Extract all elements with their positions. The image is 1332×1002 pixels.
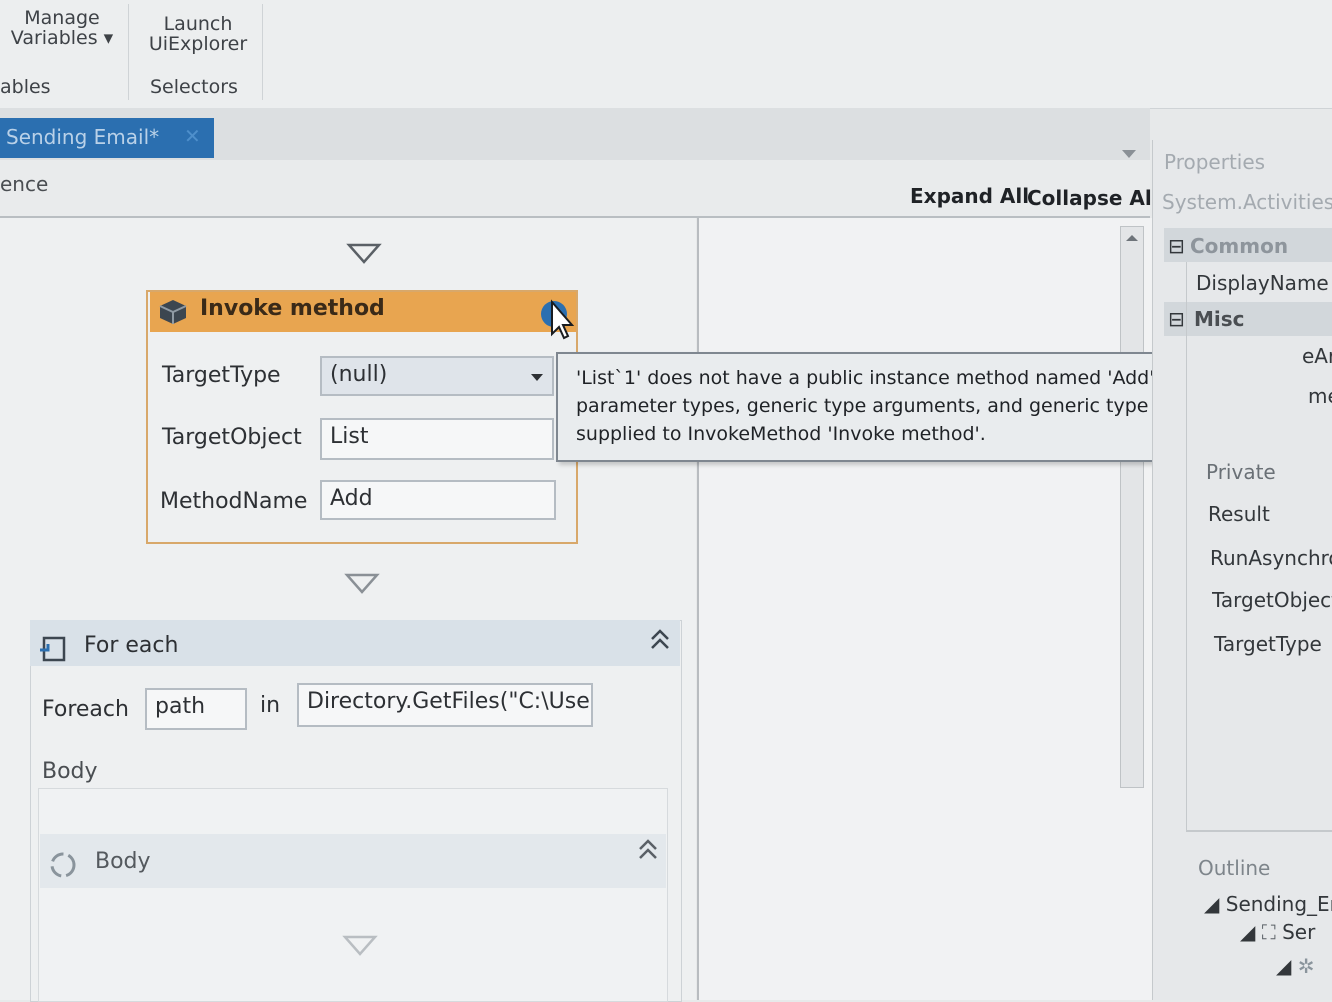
drop-arrow-icon xyxy=(344,573,380,594)
outline-item-grandchild[interactable]: ◢ ✲ xyxy=(1276,954,1315,978)
launch-label-1: Launch xyxy=(163,13,233,35)
sequence-icon: ✲ xyxy=(1297,954,1315,978)
properties-type-name: System.Activities.S xyxy=(1162,190,1332,214)
outline-item-root[interactable]: ◢ Sending_Er xyxy=(1204,892,1332,916)
vertical-scrollbar[interactable] xyxy=(1120,226,1144,788)
chevron-down-icon[interactable] xyxy=(530,372,544,382)
body-sequence-title: Body xyxy=(95,849,151,874)
collapse-icon[interactable] xyxy=(648,628,672,652)
manage-variables-label-2: Variables ▾ xyxy=(10,27,114,49)
close-icon[interactable]: ✕ xyxy=(184,124,201,148)
in-label: in xyxy=(260,693,281,718)
outline-item-child[interactable]: ◢ ⛶ Ser xyxy=(1240,920,1315,944)
properties-title: Properties xyxy=(1164,150,1266,174)
collapse-icon[interactable] xyxy=(636,838,660,862)
error-indicator-icon[interactable] xyxy=(538,296,578,342)
ribbon-group-selectors: Selectors xyxy=(150,76,238,98)
expand-triangle-icon[interactable]: ◢ xyxy=(1276,954,1291,978)
outline-title: Outline xyxy=(1198,856,1271,880)
expand-toggle-icon[interactable]: ⊟ xyxy=(1168,307,1185,331)
expand-all-button[interactable]: Expand All xyxy=(910,184,1029,208)
method-name-label: MethodName xyxy=(160,489,308,514)
outline-item-label: Sending_Er xyxy=(1225,892,1332,916)
target-object-input[interactable]: List xyxy=(320,418,554,460)
invoke-method-title: Invoke method xyxy=(200,296,385,321)
collapse-all-button[interactable]: Collapse All xyxy=(1027,186,1159,210)
ribbon-separator xyxy=(262,4,263,100)
manage-variables-label-1: Manage xyxy=(24,7,100,29)
for-each-icon xyxy=(40,636,66,662)
for-each-title: For each xyxy=(84,633,179,658)
target-type-select[interactable]: (null) xyxy=(320,356,554,396)
outline-item-label: Ser xyxy=(1282,920,1316,944)
drop-arrow-icon xyxy=(342,935,378,956)
method-name-input[interactable]: Add xyxy=(320,480,556,520)
manage-variables-button[interactable]: Manage Variables ▾ xyxy=(4,8,120,48)
sequence-icon xyxy=(50,852,76,878)
target-type-value: (null) xyxy=(330,362,388,387)
flowchart-icon: ⛶ xyxy=(1261,920,1276,944)
expand-triangle-icon[interactable]: ◢ xyxy=(1240,920,1255,944)
canvas-empty-area xyxy=(697,218,1152,1000)
body-drop-area[interactable] xyxy=(38,788,668,1002)
foreach-collection-input[interactable]: Directory.GetFiles("C:\Use xyxy=(297,683,593,727)
scroll-up-icon[interactable] xyxy=(1121,227,1143,249)
document-tab-title: Sending Email* xyxy=(6,125,160,149)
launch-label-2: UiExplorer xyxy=(148,33,248,55)
drop-arrow-icon xyxy=(346,243,382,264)
category-common-label: Common xyxy=(1190,234,1289,258)
tab-dropdown-icon[interactable] xyxy=(1122,150,1136,158)
target-object-label: TargetObject xyxy=(162,425,302,450)
expand-toggle-icon[interactable]: ⊟ xyxy=(1168,234,1185,258)
properties-grid xyxy=(1186,262,1332,832)
breadcrumb[interactable]: ence xyxy=(0,172,48,196)
expand-triangle-icon[interactable]: ◢ xyxy=(1204,892,1219,916)
ribbon-group-variables: ables xyxy=(0,76,51,98)
launch-uiexplorer-button[interactable]: Launch UiExplorer xyxy=(140,14,256,54)
ribbon-separator xyxy=(128,4,129,100)
category-common[interactable]: ⊟ Common xyxy=(1164,228,1332,262)
foreach-label: Foreach xyxy=(42,697,129,722)
invoke-method-icon xyxy=(159,300,187,324)
body-label: Body xyxy=(42,759,98,784)
document-tab[interactable]: Sending Email* ✕ xyxy=(0,118,214,158)
foreach-item-input[interactable]: path xyxy=(145,688,247,730)
target-type-label: TargetType xyxy=(162,363,281,388)
